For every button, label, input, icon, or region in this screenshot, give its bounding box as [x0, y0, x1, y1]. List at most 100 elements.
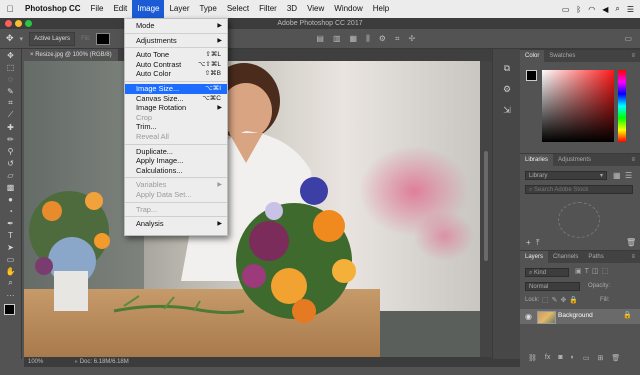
- foreground-color[interactable]: [4, 304, 15, 315]
- warp-icon[interactable]: ⌗: [395, 34, 400, 44]
- document-tab[interactable]: × Resize.jpg @ 100% (RGB/8): [24, 49, 118, 61]
- menu-item-apply-image[interactable]: Apply Image...: [125, 156, 227, 166]
- menu-window[interactable]: Window: [329, 0, 367, 18]
- eyedropper-tool-icon[interactable]: ⟋: [0, 109, 21, 121]
- color-swatches[interactable]: [0, 301, 21, 323]
- visibility-eye-icon[interactable]: ◉: [525, 312, 532, 321]
- fg-color-chip[interactable]: [526, 70, 537, 81]
- menu-item-analysis[interactable]: Analysis ▶: [125, 219, 227, 229]
- menu-file[interactable]: File: [86, 0, 109, 18]
- trash-icon[interactable]: 🗑: [611, 354, 620, 362]
- spotlight-icon[interactable]: ⌕: [615, 4, 619, 14]
- minimize-window-icon[interactable]: [15, 20, 22, 27]
- vertical-scrollbar[interactable]: [480, 61, 492, 357]
- link-icon[interactable]: ⛓: [528, 354, 537, 362]
- move-tool-icon[interactable]: ✥: [0, 49, 21, 61]
- layer-filter-select[interactable]: ⌕ Kind: [525, 268, 569, 277]
- blend-mode-select[interactable]: Normal: [525, 282, 580, 291]
- workspace-icon[interactable]: ▭: [624, 34, 632, 43]
- menu-type[interactable]: Type: [194, 0, 221, 18]
- lasso-tool-icon[interactable]: ◌: [0, 73, 21, 85]
- menu-item-image-rotation[interactable]: Image Rotation ▶: [125, 103, 227, 113]
- folder-icon[interactable]: ▭: [583, 354, 590, 362]
- apple-icon[interactable]: : [0, 4, 20, 14]
- menu-edit[interactable]: Edit: [108, 0, 132, 18]
- list-view-icon[interactable]: ☰: [625, 171, 632, 180]
- menu-filter[interactable]: Filter: [254, 0, 282, 18]
- grid-view-icon[interactable]: ▦: [613, 171, 621, 180]
- tab-channels[interactable]: Channels: [548, 251, 583, 263]
- layer-filter-icons[interactable]: ▣T◫⬚: [575, 267, 611, 275]
- history-brush-tool-icon[interactable]: ↺: [0, 157, 21, 169]
- align-left-icon[interactable]: ▤: [316, 34, 324, 44]
- menu-select[interactable]: Select: [222, 0, 254, 18]
- quick-select-tool-icon[interactable]: ✎: [0, 85, 21, 97]
- layer-row[interactable]: ◉ Background 🔒: [520, 309, 640, 324]
- app-menu[interactable]: Photoshop CC: [20, 0, 86, 18]
- library-search-input[interactable]: ⌕ Search Adobe Stock: [525, 185, 633, 194]
- marquee-tool-icon[interactable]: ⬚: [0, 61, 21, 73]
- close-tab-icon[interactable]: ×: [30, 52, 34, 58]
- menu-help[interactable]: Help: [368, 0, 394, 18]
- gradient-tool-icon[interactable]: ▩: [0, 181, 21, 193]
- pen-tool-icon[interactable]: ✒: [0, 217, 21, 229]
- menu-item-canvas-size[interactable]: Canvas Size... ⌥⌘C: [125, 94, 227, 104]
- type-tool-icon[interactable]: T: [0, 229, 21, 241]
- bluetooth-icon[interactable]: ᛒ: [576, 5, 581, 14]
- crop-tool-icon[interactable]: ⌗: [0, 97, 21, 109]
- tab-layers[interactable]: Layers: [520, 251, 549, 263]
- fx-icon[interactable]: fx: [545, 354, 550, 362]
- mask-icon[interactable]: ◙: [558, 354, 562, 362]
- eraser-tool-icon[interactable]: ▱: [0, 169, 21, 181]
- new-layer-icon[interactable]: ⊞: [597, 354, 603, 362]
- menu-item-auto-color[interactable]: Auto Color ⇧⌘B: [125, 69, 227, 79]
- healing-brush-tool-icon[interactable]: ✚: [0, 121, 21, 133]
- zoom-level[interactable]: 100%: [28, 359, 43, 365]
- document-canvas[interactable]: [24, 61, 480, 357]
- tab-swatches[interactable]: Swatches: [544, 50, 580, 62]
- history-panel-icon[interactable]: ⧉: [493, 63, 521, 74]
- dodge-tool-icon[interactable]: ◔: [0, 205, 21, 217]
- layer-name[interactable]: Background: [558, 312, 593, 319]
- panel-menu-icon[interactable]: ≡: [631, 157, 640, 163]
- zoom-window-icon[interactable]: [25, 20, 32, 27]
- settings-gear-icon[interactable]: ⚙: [379, 34, 386, 44]
- character-panel-icon[interactable]: ⇲: [493, 105, 521, 116]
- notification-icon[interactable]: ☰: [627, 5, 634, 14]
- blur-tool-icon[interactable]: ●: [0, 193, 21, 205]
- sample-layers-select[interactable]: Active Layers: [29, 31, 76, 46]
- tab-libraries[interactable]: Libraries: [520, 154, 554, 166]
- add-icon[interactable]: +: [526, 238, 531, 247]
- menu-view[interactable]: View: [302, 0, 329, 18]
- panel-menu-icon[interactable]: ≡: [631, 254, 640, 260]
- trash-icon[interactable]: 🗑: [626, 238, 636, 247]
- menu-item-auto-tone[interactable]: Auto Tone ⇧⌘L: [125, 50, 227, 60]
- menu-item-mode[interactable]: Mode ▶: [125, 21, 227, 31]
- more-tools-icon[interactable]: ···: [0, 289, 21, 301]
- doc-size[interactable]: Doc: 6.18M/6.18M: [80, 359, 129, 365]
- volume-icon[interactable]: ◀: [602, 5, 608, 14]
- menu-item-trim[interactable]: Trim...: [125, 122, 227, 132]
- align-center-icon[interactable]: ▥: [333, 34, 341, 44]
- status-arrow-icon[interactable]: ▸: [75, 359, 78, 365]
- menu-item-auto-contrast[interactable]: Auto Contrast ⌥⇧⌘L: [125, 60, 227, 70]
- hand-tool-icon[interactable]: ✋: [0, 265, 21, 277]
- align-right-icon[interactable]: ▦: [350, 34, 358, 44]
- color-field[interactable]: [542, 70, 614, 142]
- hue-slider[interactable]: [618, 70, 626, 142]
- zoom-tool-icon[interactable]: ⌕: [0, 277, 21, 289]
- properties-panel-icon[interactable]: ⚙: [493, 84, 521, 95]
- menu-item-duplicate[interactable]: Duplicate...: [125, 147, 227, 157]
- menu-layer[interactable]: Layer: [164, 0, 194, 18]
- tab-color[interactable]: Color: [520, 50, 545, 62]
- lock-icons[interactable]: ⬚✎✥🔒: [542, 296, 581, 304]
- library-select[interactable]: Library ▾: [525, 171, 607, 180]
- close-window-icon[interactable]: [5, 20, 12, 27]
- clone-stamp-tool-icon[interactable]: ⚲: [0, 145, 21, 157]
- transform-icon[interactable]: ✢: [408, 34, 415, 44]
- menu-3d[interactable]: 3D: [282, 0, 302, 18]
- menu-item-image-size[interactable]: Image Size... ⌥⌘I: [125, 84, 227, 94]
- scroll-thumb[interactable]: [484, 151, 488, 261]
- tab-adjustments[interactable]: Adjustments: [553, 154, 596, 166]
- upload-icon[interactable]: ⤒: [536, 238, 540, 248]
